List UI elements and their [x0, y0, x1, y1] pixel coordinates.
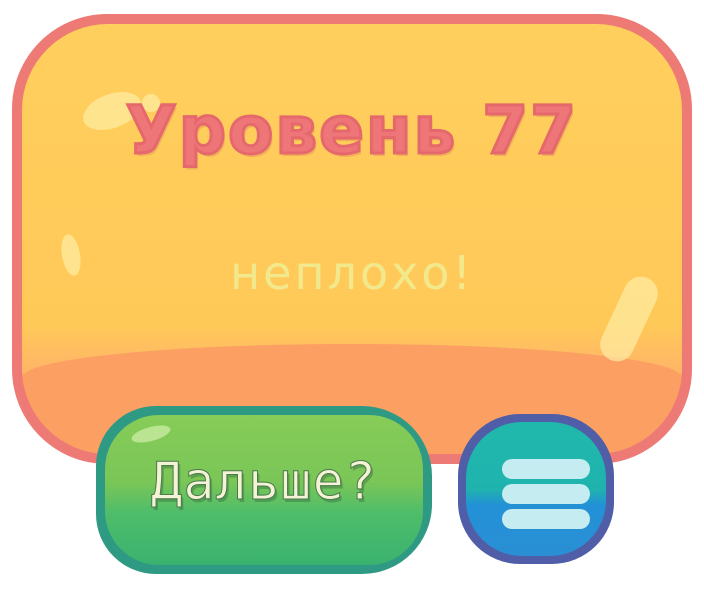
menu-button[interactable]: [458, 414, 614, 564]
next-button-label: Дальше?: [150, 452, 378, 513]
panel-surface: [22, 24, 682, 454]
menu-icon-bar: [502, 484, 590, 504]
gloss-highlight: [129, 422, 173, 446]
menu-icon-bar: [502, 459, 590, 479]
hamburger-menu-icon: [502, 459, 590, 529]
level-complete-screen: Уровень 77 неплохо! Дальше?: [0, 0, 704, 593]
next-level-button[interactable]: Дальше?: [96, 406, 432, 574]
level-rating-text: неплохо!: [230, 246, 474, 300]
menu-button-surface: [466, 422, 606, 556]
level-title: Уровень 77: [124, 91, 579, 171]
menu-icon-bar: [502, 509, 590, 529]
level-result-panel: Уровень 77 неплохо!: [12, 14, 692, 464]
